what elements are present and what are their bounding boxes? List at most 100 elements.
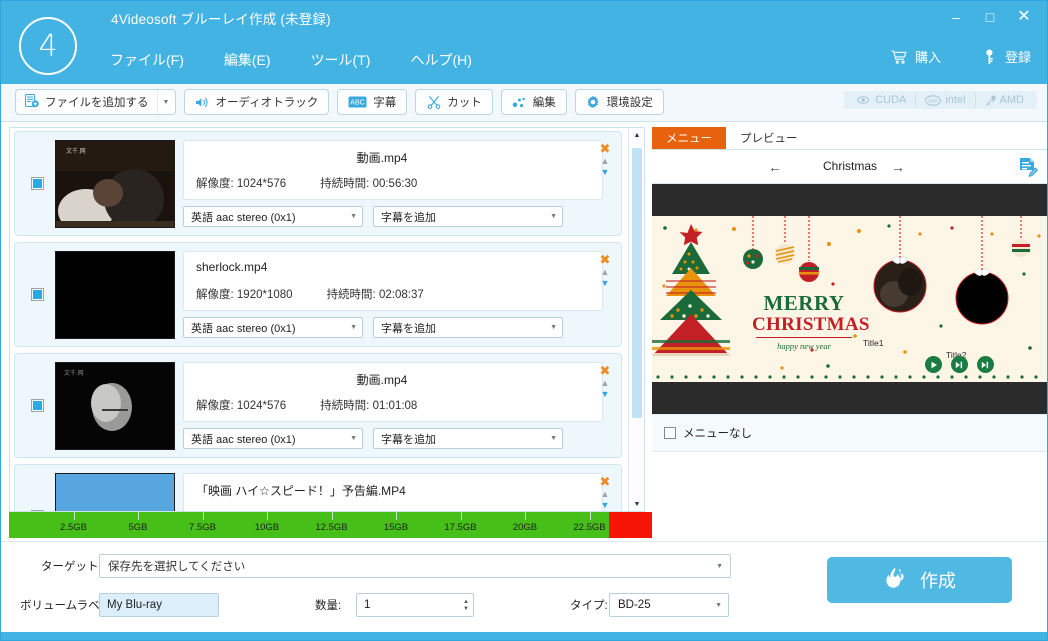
edit-button[interactable]: 編集 (501, 89, 567, 115)
quantity-stepper[interactable]: 1 ▲ ▼ (356, 593, 474, 617)
file-list-item[interactable]: sherlock.mp4 解像度: 1920*1080 持続時間: 02:08:… (14, 242, 622, 347)
menu-edit-icon[interactable] (1017, 156, 1039, 178)
buy-button[interactable]: 購入 (891, 47, 941, 66)
remove-file-button[interactable]: ✖ (597, 475, 613, 488)
add-file-dropdown-caret[interactable]: ▼ (157, 90, 175, 114)
file-info-box: 動画.mp4 解像度: 1024*576 持続時間: 01:01:08 (183, 362, 603, 422)
quantity-up-icon[interactable]: ▲ (463, 599, 469, 605)
add-file-label: ファイルを追加する (45, 94, 149, 110)
capacity-free (609, 512, 654, 538)
cuda-label: CUDA (875, 94, 906, 106)
duration-value: 02:08:37 (379, 289, 424, 301)
remove-file-button[interactable]: ✖ (597, 364, 613, 377)
move-up-button[interactable]: ▲ (597, 377, 613, 389)
target-label: ターゲット: (41, 558, 102, 574)
audio-track-value: 英語 aac stereo (0x1) (191, 320, 296, 336)
add-file-split-button[interactable]: ファイルを追加する ▼ (15, 89, 176, 115)
capacity-tick-label: 20GB (513, 522, 537, 533)
target-select[interactable]: 保存先を選択してください ▼ (99, 554, 731, 578)
menu-edit[interactable]: 編集(E) (218, 47, 277, 73)
tab-menu[interactable]: メニュー (652, 127, 726, 149)
tab-preview[interactable]: プレビュー (726, 127, 812, 149)
audio-track-select[interactable]: 英語 aac stereo (0x1) ▼ (183, 317, 363, 338)
subtitle-select[interactable]: 字幕を追加 ▼ (373, 206, 563, 227)
close-button[interactable]: ✕ (1009, 5, 1039, 29)
nvidia-icon (857, 95, 871, 105)
move-down-button[interactable]: ▼ (597, 167, 613, 178)
maximize-button[interactable]: □ (975, 5, 1005, 29)
subtitle-button[interactable]: ABC 字幕 (337, 89, 407, 115)
menu-next-button[interactable] (977, 356, 994, 373)
amd-badge[interactable]: AMD (976, 93, 1033, 107)
register-button[interactable]: 登録 (981, 47, 1031, 66)
subtitle-select[interactable]: 字幕を追加 ▼ (373, 428, 563, 449)
menu-template-canvas[interactable]: MERRY CHRISTMAS happy new year Title1 Ti… (652, 216, 1048, 382)
effects-icon (512, 95, 527, 110)
panel-tabs: メニュー プレビュー (652, 127, 812, 149)
menu-help[interactable]: ヘルプ(H) (404, 47, 477, 73)
file-item-checkbox[interactable] (31, 177, 44, 190)
disc-type-select[interactable]: BD-25 ▼ (609, 593, 729, 617)
file-list-item[interactable]: 文千.网 動画.mp4 解像度: 1024*576 持続時間: 00:56:30… (14, 131, 622, 236)
quantity-spinner[interactable]: ▲ ▼ (463, 599, 469, 612)
scrollbar-thumb[interactable] (632, 148, 642, 418)
no-menu-checkbox[interactable] (664, 427, 676, 439)
quantity-down-icon[interactable]: ▼ (463, 606, 469, 612)
move-down-button[interactable]: ▼ (597, 278, 613, 289)
remove-file-button[interactable]: ✖ (597, 253, 613, 266)
move-up-button[interactable]: ▲ (597, 155, 613, 167)
resolution-label: 解像度: (196, 178, 234, 190)
file-name: 動画.mp4 (184, 149, 580, 166)
preferences-button[interactable]: 環境設定 (575, 89, 664, 115)
template-name: Christmas (652, 159, 1048, 173)
move-down-button[interactable]: ▼ (597, 389, 613, 400)
scrollbar-track[interactable] (629, 142, 645, 497)
create-button[interactable]: 作成 (827, 557, 1012, 603)
toolbar: ファイルを追加する ▼ オーディオトラック (1, 84, 1048, 122)
menu-play-button[interactable] (925, 356, 942, 373)
cuda-badge[interactable]: CUDA (848, 93, 916, 107)
volume-label-value: My Blu-ray (107, 599, 162, 611)
add-file-button[interactable]: ファイルを追加する (16, 90, 157, 114)
capacity-tick (267, 512, 268, 520)
duration-label: 持続時間: (327, 289, 376, 301)
intel-badge[interactable]: intel intel (916, 93, 975, 107)
audio-track-select[interactable]: 英語 aac stereo (0x1) ▼ (183, 428, 363, 449)
move-up-button[interactable]: ▲ (597, 488, 613, 500)
volume-label-input[interactable]: My Blu-ray (99, 593, 219, 617)
file-thumbnail: 文千.网 (55, 362, 175, 450)
title-bar: 4Videosoft ブルーレイ作成 (未登録) – □ ✕ (1, 1, 1048, 34)
intel-icon: intel (925, 95, 941, 106)
file-list-scrollbar[interactable]: ▲ ▼ (628, 128, 644, 511)
capacity-tick (332, 512, 333, 520)
subtitle-select[interactable]: 字幕を追加 ▼ (373, 317, 563, 338)
scroll-down-button[interactable]: ▼ (629, 497, 645, 511)
chevron-down-icon: ▼ (550, 435, 557, 442)
cut-button[interactable]: カット (415, 89, 493, 115)
menu-title-1[interactable]: Title1 (863, 338, 883, 348)
next-template-button[interactable]: → (891, 159, 905, 175)
capacity-tick-label: 15GB (384, 522, 408, 533)
capacity-tick-label: 2.5GB (60, 522, 87, 533)
audio-track-select[interactable]: 英語 aac stereo (0x1) ▼ (183, 206, 363, 227)
file-item-operations: ✖ ▲ ▼ (597, 142, 613, 178)
file-item-checkbox[interactable] (31, 399, 44, 412)
register-label: 登録 (1005, 47, 1031, 66)
menu-file[interactable]: ファイル(F) (104, 47, 190, 73)
scroll-up-button[interactable]: ▲ (629, 128, 645, 142)
move-up-button[interactable]: ▲ (597, 266, 613, 278)
file-list-item[interactable]: 「映画 ハイ☆スピード！」予告編.MP4 ✖ ▲ ▼ (14, 464, 622, 512)
menu-play-all-button[interactable] (951, 356, 968, 373)
menu-tools[interactable]: ツール(T) (305, 47, 377, 73)
svg-text:ABC: ABC (351, 100, 365, 107)
remove-file-button[interactable]: ✖ (597, 142, 613, 155)
file-list-item[interactable]: 文千.网 動画.mp4 解像度: 1024*576 持続時間: 01:01:08… (14, 353, 622, 458)
move-down-button[interactable]: ▼ (597, 500, 613, 511)
file-item-checkbox[interactable] (31, 288, 44, 301)
hardware-acceleration-group: CUDA intel intel AMD (844, 91, 1037, 109)
minimize-button[interactable]: – (941, 5, 971, 29)
capacity-tick-label: 22.5GB (573, 522, 605, 533)
audio-track-button[interactable]: オーディオトラック (184, 89, 330, 115)
disc-type-value: BD-25 (618, 599, 651, 611)
menu-preview-stage[interactable]: MERRY CHRISTMAS happy new year Title1 Ti… (652, 184, 1048, 414)
